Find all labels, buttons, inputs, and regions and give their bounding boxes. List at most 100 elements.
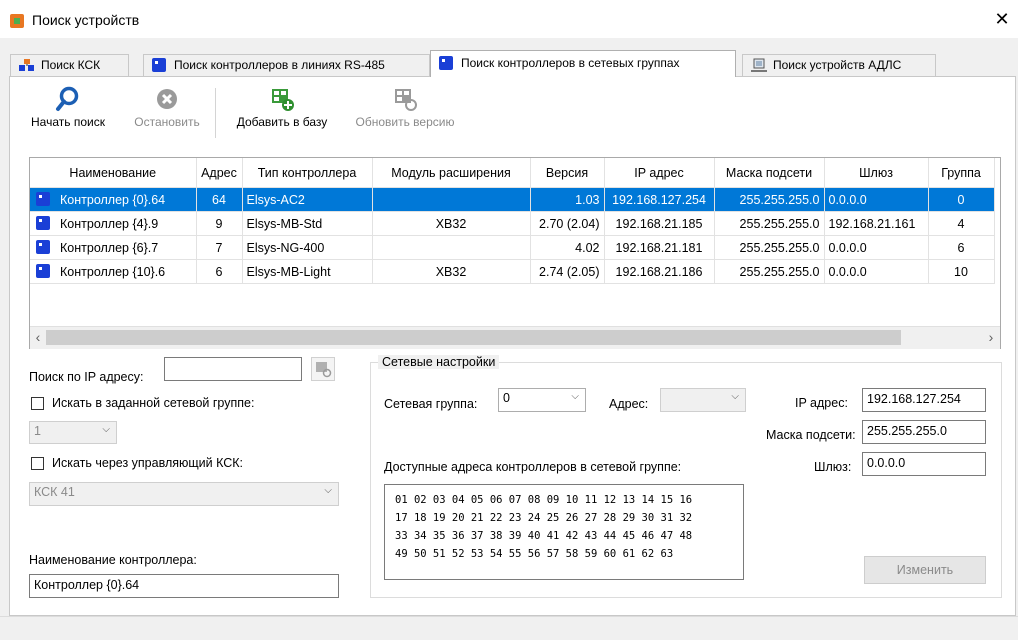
title-bar: Поиск устройств ✕	[0, 0, 1018, 38]
cell-address: 64	[196, 187, 243, 212]
cell-group: 0	[928, 187, 995, 212]
controller-name-label: Наименование контроллера:	[29, 553, 197, 567]
chevron-down-icon: ⌵	[324, 485, 332, 496]
controllers-table[interactable]: Наименование Адрес Тип контроллера Модул…	[29, 157, 1001, 349]
subnet-mask-label: Маска подсети:	[766, 428, 856, 442]
subnet-mask-input[interactable]: 255.255.255.0	[862, 420, 986, 444]
controller-icon	[36, 216, 50, 230]
update-version-label: Обновить версию	[355, 115, 455, 129]
controller-icon	[152, 58, 166, 72]
cell-name: Контроллер {6}.7	[30, 235, 197, 260]
find-by-ip-button[interactable]	[311, 357, 335, 381]
cell-gateway: 192.168.21.161	[824, 211, 929, 236]
add-controller-icon	[269, 86, 295, 112]
cell-name: Контроллер {0}.64	[30, 187, 197, 212]
cell-ip: 192.168.127.254	[604, 187, 715, 212]
group-select[interactable]: 1 ⌵	[29, 421, 117, 444]
cell-module	[372, 235, 531, 260]
controller-name-input[interactable]: Контроллер {0}.64	[29, 574, 339, 598]
horizontal-scrollbar[interactable]: ‹ ›	[30, 326, 1000, 349]
controller-icon	[439, 56, 453, 70]
cell-version: 4.02	[530, 235, 605, 260]
cell-gateway: 0.0.0.0	[824, 235, 929, 260]
search-via-ksk-checkbox[interactable]	[31, 457, 44, 470]
network-group-label: Сетевая группа:	[384, 397, 478, 411]
cell-group: 10	[928, 259, 995, 284]
cell-version: 2.74 (2.05)	[530, 259, 605, 284]
column-header[interactable]: Адрес	[196, 158, 243, 188]
cell-type: Elsys-MB-Light	[242, 259, 373, 284]
group-select-value: 1	[34, 424, 41, 438]
cell-ip: 192.168.21.181	[604, 235, 715, 260]
search-in-group-checkbox[interactable]	[31, 397, 44, 410]
tab-label: Поиск контроллеров в сетевых группах	[461, 56, 680, 70]
computer-icon	[751, 58, 767, 72]
column-header[interactable]: Маска подсети	[714, 158, 825, 188]
table-row[interactable]: Контроллер {0}.64 64 Elsys-AC2 1.03 192.…	[30, 187, 995, 212]
stop-button[interactable]: Остановить	[126, 86, 208, 129]
column-header[interactable]: Группа	[928, 158, 995, 188]
table-header-row: Наименование Адрес Тип контроллера Модул…	[30, 158, 995, 188]
chevron-down-icon: ⌵	[731, 391, 739, 402]
find-device-icon	[316, 362, 332, 378]
controller-icon	[36, 192, 50, 206]
table-row[interactable]: Контроллер {10}.6 6 Elsys-MB-Light XB32 …	[30, 259, 995, 284]
tab-strip: Поиск КСК Поиск контроллеров в линиях RS…	[0, 50, 1018, 77]
search-via-ksk-label: Искать через управляющий КСК:	[52, 456, 244, 470]
tab-network-group-search[interactable]: Поиск контроллеров в сетевых группах	[430, 50, 736, 77]
gateway-label: Шлюз:	[814, 460, 852, 474]
cell-type: Elsys-MB-Std	[242, 211, 373, 236]
column-header[interactable]: Версия	[530, 158, 605, 188]
status-bar	[0, 616, 1018, 640]
cell-mask: 255.255.255.0	[714, 211, 825, 236]
start-search-button[interactable]: Начать поиск	[24, 86, 112, 129]
column-header[interactable]: Модуль расширения	[372, 158, 531, 188]
column-header[interactable]: Шлюз	[824, 158, 929, 188]
scroll-right-arrow-icon[interactable]: ›	[984, 329, 998, 345]
scroll-left-arrow-icon[interactable]: ‹	[31, 329, 45, 345]
cell-type: Elsys-NG-400	[242, 235, 373, 260]
network-settings-title: Сетевые настройки	[378, 355, 500, 369]
cell-name: Контроллер {10}.6	[30, 259, 197, 284]
ksk-select[interactable]: КСК 41 ⌵	[29, 482, 339, 506]
chevron-down-icon: ⌵	[571, 391, 579, 402]
ip-search-label: Поиск по IP адресу:	[29, 370, 144, 384]
tab-label: Поиск устройств АДЛС	[773, 58, 902, 72]
cell-mask: 255.255.255.0	[714, 187, 825, 212]
refresh-controller-icon	[392, 86, 418, 112]
address-line: 33 34 35 36 37 38 39 40 41 42 43 44 45 4…	[395, 530, 693, 542]
tab-adls-search[interactable]: Поиск устройств АДЛС	[742, 54, 936, 76]
network-group-value: 0	[503, 391, 510, 405]
ip-search-input[interactable]	[164, 357, 302, 381]
update-version-button[interactable]: Обновить версию	[346, 86, 464, 129]
cell-gateway: 0.0.0.0	[824, 259, 929, 284]
network-group-select[interactable]: 0 ⌵	[498, 388, 586, 412]
tab-ksk-search[interactable]: Поиск КСК	[10, 54, 129, 76]
cell-version: 1.03	[530, 187, 605, 212]
stop-icon	[154, 86, 180, 112]
cell-group: 4	[928, 211, 995, 236]
table-row[interactable]: Контроллер {6}.7 7 Elsys-NG-400 4.02 192…	[30, 235, 995, 260]
toolbar-separator	[215, 88, 216, 138]
add-to-database-button[interactable]: Добавить в базу	[226, 86, 338, 129]
scrollbar-thumb[interactable]	[46, 330, 901, 345]
available-addresses-label: Доступные адреса контроллеров в сетевой …	[384, 460, 682, 474]
change-button[interactable]: Изменить	[864, 556, 986, 584]
tab-rs485-search[interactable]: Поиск контроллеров в линиях RS-485	[143, 54, 430, 76]
table-row[interactable]: Контроллер {4}.9 9 Elsys-MB-Std XB32 2.7…	[30, 211, 995, 236]
address-select[interactable]: ⌵	[660, 388, 746, 412]
column-header[interactable]: IP адрес	[604, 158, 715, 188]
tab-label: Поиск контроллеров в линиях RS-485	[174, 58, 385, 72]
search-icon	[55, 86, 81, 112]
column-header[interactable]: Наименование	[30, 158, 197, 188]
cell-gateway: 0.0.0.0	[824, 187, 929, 212]
network-icon	[19, 58, 34, 72]
address-line: 49 50 51 52 53 54 55 56 57 58 59 60 61 6…	[395, 548, 674, 560]
cell-address: 9	[196, 211, 243, 236]
available-addresses-box: 01 02 03 04 05 06 07 08 09 10 11 12 13 1…	[384, 484, 744, 580]
column-header[interactable]: Тип контроллера	[242, 158, 373, 188]
gateway-input[interactable]: 0.0.0.0	[862, 452, 986, 476]
cell-address: 6	[196, 259, 243, 284]
ip-address-input[interactable]: 192.168.127.254	[862, 388, 986, 412]
close-button[interactable]: ✕	[990, 8, 1014, 30]
